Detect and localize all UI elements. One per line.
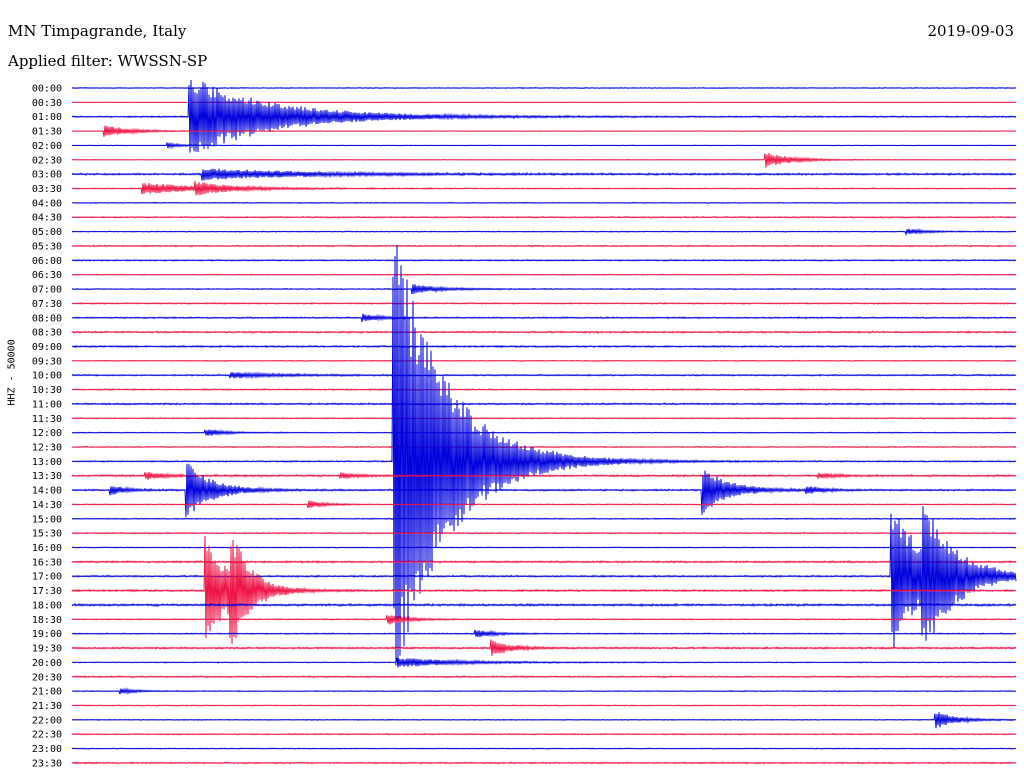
trace-row-04:30 xyxy=(71,215,1017,219)
row-time-label: 03:30 xyxy=(32,184,62,195)
trace-row-22:30 xyxy=(71,732,1017,736)
trace-row-11:00 xyxy=(71,402,1017,406)
trace-row-12:30 xyxy=(71,445,1017,449)
row-time-label: 15:30 xyxy=(32,529,62,540)
row-time-label: 23:00 xyxy=(32,744,62,755)
row-time-label: 19:00 xyxy=(32,629,62,640)
row-time-label: 22:00 xyxy=(32,715,62,726)
row-time-label: 10:00 xyxy=(32,371,62,382)
row-time-label: 01:00 xyxy=(32,112,62,123)
row-time-label: 00:30 xyxy=(32,98,62,109)
trace-row-15:00 xyxy=(71,517,1017,521)
trace-row-16:00 xyxy=(71,546,1017,549)
trace-row-04:00 xyxy=(71,201,1017,205)
trace-row-21:00 xyxy=(71,687,1017,696)
trace-row-15:30 xyxy=(71,531,1017,535)
row-time-label: 01:30 xyxy=(32,127,62,138)
row-time-label: 00:00 xyxy=(32,84,62,95)
row-time-label: 08:30 xyxy=(32,328,62,339)
row-time-label: 17:00 xyxy=(32,572,62,583)
trace-row-07:00 xyxy=(71,284,1017,295)
row-time-label: 18:30 xyxy=(32,615,62,626)
trace-row-21:30 xyxy=(71,704,1017,707)
row-time-label: 21:30 xyxy=(32,701,62,712)
row-time-label: 18:00 xyxy=(32,600,62,611)
trace-row-11:30 xyxy=(71,416,1017,420)
row-time-label: 05:30 xyxy=(32,241,62,252)
row-time-label: 14:30 xyxy=(32,500,62,511)
trace-row-12:00 xyxy=(71,429,1017,436)
trace-row-03:30 xyxy=(71,180,1017,196)
trace-row-17:30 xyxy=(71,535,1017,645)
trace-row-23:30 xyxy=(71,761,1017,765)
row-time-label: 02:30 xyxy=(32,155,62,166)
row-time-label: 09:00 xyxy=(32,342,62,353)
trace-row-01:00 xyxy=(71,79,1017,153)
row-time-label: 07:00 xyxy=(32,285,62,296)
trace-row-09:00 xyxy=(71,344,1017,349)
trace-row-05:00 xyxy=(71,228,1017,237)
trace-row-20:00 xyxy=(71,657,1017,668)
trace-row-10:30 xyxy=(71,388,1017,391)
trace-row-22:00 xyxy=(71,712,1017,729)
trace-row-03:00 xyxy=(71,168,1017,181)
row-time-label: 11:00 xyxy=(32,399,62,410)
trace-row-05:30 xyxy=(71,244,1017,248)
row-time-label: 05:00 xyxy=(32,227,62,238)
row-time-label: 17:30 xyxy=(32,586,62,597)
row-time-label: 12:00 xyxy=(32,428,62,439)
trace-row-20:30 xyxy=(71,675,1017,679)
trace-row-09:30 xyxy=(71,359,1017,362)
row-time-label: 14:00 xyxy=(32,486,62,497)
trace-row-19:00 xyxy=(71,629,1017,638)
trace-row-23:00 xyxy=(71,747,1017,750)
helicorder-page: MN Timpagrande, Italy Applied filter: WW… xyxy=(0,0,1024,780)
trace-row-14:30 xyxy=(71,500,1017,509)
trace-row-19:30 xyxy=(71,639,1017,656)
row-time-label: 19:30 xyxy=(32,644,62,655)
row-time-label: 10:30 xyxy=(32,385,62,396)
row-time-label: 13:00 xyxy=(32,457,62,468)
trace-row-06:30 xyxy=(71,273,1017,276)
row-time-label: 06:30 xyxy=(32,270,62,281)
row-time-label: 12:30 xyxy=(32,443,62,454)
row-time-label: 21:00 xyxy=(32,687,62,698)
trace-row-00:00 xyxy=(71,86,1017,90)
row-time-label: 20:00 xyxy=(32,658,62,669)
row-time-label: 03:00 xyxy=(32,170,62,181)
trace-row-07:30 xyxy=(71,301,1017,305)
row-time-label: 16:30 xyxy=(32,557,62,568)
row-time-label: 06:00 xyxy=(32,256,62,267)
row-time-label: 02:00 xyxy=(32,141,62,152)
trace-row-08:30 xyxy=(71,330,1017,334)
seismogram-plot: 00:00 00:30 01:00 01:30 02:00 02:30 03:00 03:30… xyxy=(32,79,1017,769)
row-time-label: 16:00 xyxy=(32,543,62,554)
row-time-label: 07:30 xyxy=(32,299,62,310)
trace-row-02:30 xyxy=(71,152,1017,168)
row-time-label: 15:00 xyxy=(32,514,62,525)
trace-row-10:00 xyxy=(71,371,1017,380)
trace-row-08:00 xyxy=(71,313,1017,323)
row-time-label: 08:00 xyxy=(32,313,62,324)
row-time-label: 09:30 xyxy=(32,356,62,367)
row-time-label: 20:30 xyxy=(32,672,62,683)
row-time-label: 13:30 xyxy=(32,471,62,482)
row-time-label: 04:30 xyxy=(32,213,62,224)
row-time-label: 23:30 xyxy=(32,758,62,769)
row-time-label: 22:30 xyxy=(32,730,62,741)
trace-row-13:30 xyxy=(71,471,1017,480)
trace-row-16:30 xyxy=(71,559,1017,564)
row-time-label: 11:30 xyxy=(32,414,62,425)
trace-row-06:00 xyxy=(71,258,1017,262)
row-time-label: 04:00 xyxy=(32,198,62,209)
